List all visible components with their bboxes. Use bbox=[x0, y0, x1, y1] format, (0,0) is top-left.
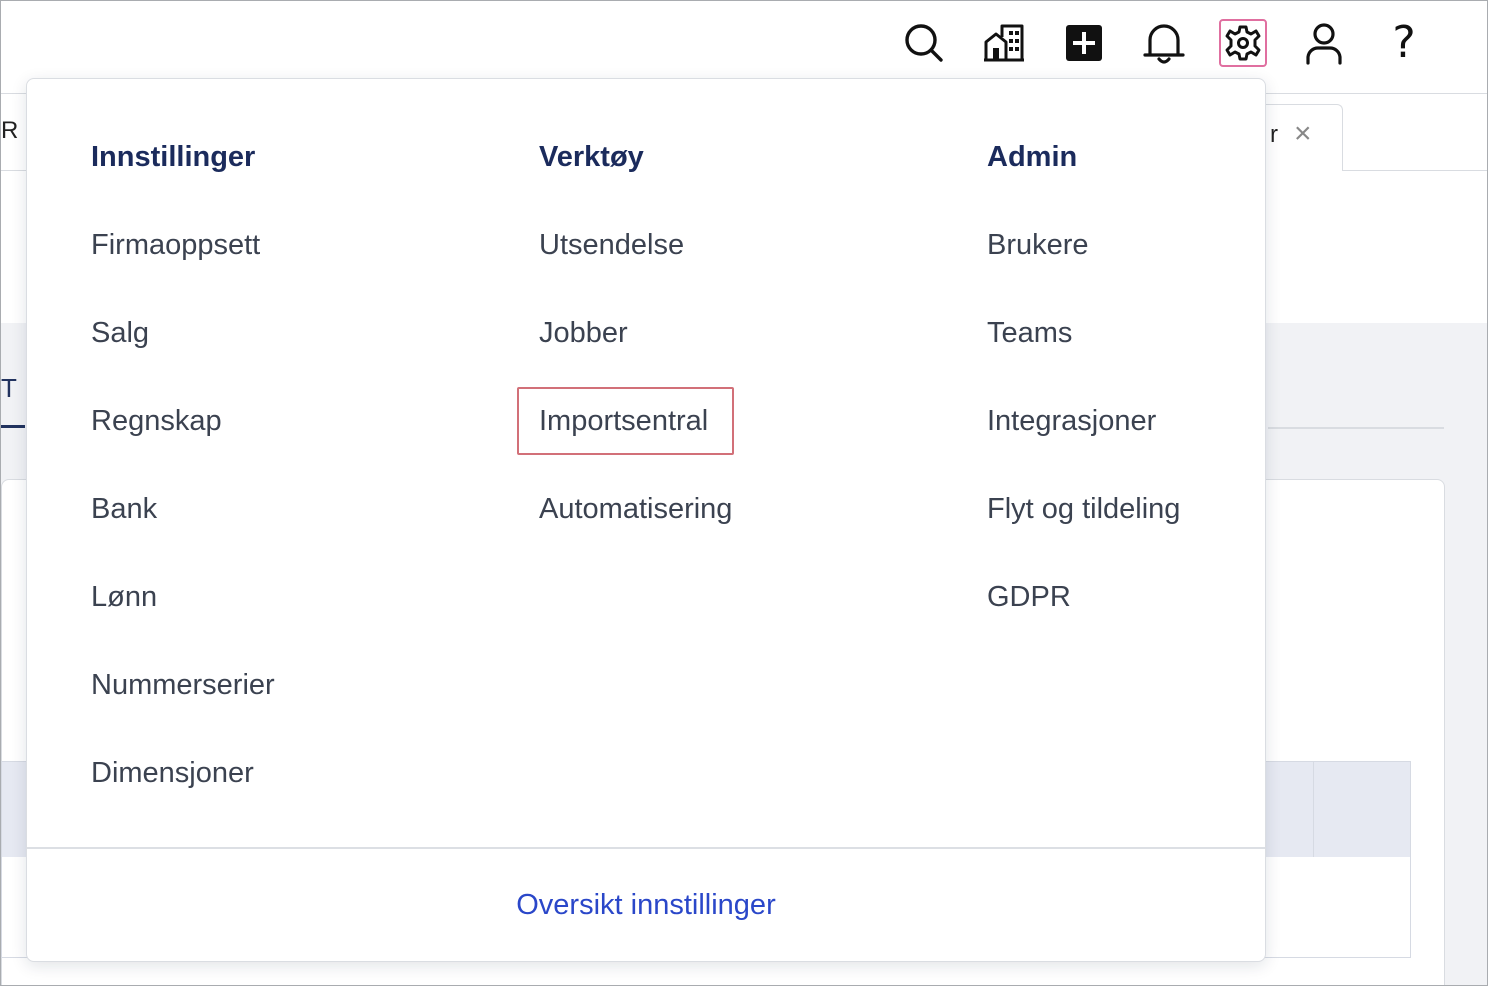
subnav-divider bbox=[1268, 427, 1444, 429]
overview-settings-link[interactable]: Oversikt innstillinger bbox=[27, 885, 1265, 925]
table-header-separator bbox=[1313, 761, 1314, 857]
menu-item-salg[interactable]: Salg bbox=[91, 313, 275, 353]
menu-item-automatisering[interactable]: Automatisering bbox=[539, 489, 732, 529]
settings-column-innstillinger: Innstillinger Firmaoppsett Salg Regnskap… bbox=[91, 137, 275, 841]
subnav-tab-fragment[interactable]: T bbox=[1, 373, 17, 404]
user-profile-icon[interactable] bbox=[1300, 19, 1348, 67]
menu-item-gdpr[interactable]: GDPR bbox=[987, 577, 1180, 617]
search-icon[interactable] bbox=[900, 19, 948, 67]
background-tab-right-label: r bbox=[1270, 121, 1278, 148]
menu-item-flyt-og-tildeling[interactable]: Flyt og tildeling bbox=[987, 489, 1180, 529]
menu-item-integrasjoner[interactable]: Integrasjoner bbox=[987, 401, 1180, 441]
settings-column-admin: Admin Brukere Teams Integrasjoner Flyt o… bbox=[987, 137, 1180, 665]
settings-gear-icon[interactable] bbox=[1219, 19, 1267, 67]
menu-item-jobber[interactable]: Jobber bbox=[539, 313, 732, 353]
company-buildings-icon[interactable] bbox=[980, 19, 1028, 67]
menu-item-teams[interactable]: Teams bbox=[987, 313, 1180, 353]
column-heading-innstillinger: Innstillinger bbox=[91, 141, 256, 173]
menu-item-utsendelse[interactable]: Utsendelse bbox=[539, 225, 732, 265]
menu-item-firmaoppsett[interactable]: Firmaoppsett bbox=[91, 225, 275, 265]
help-icon[interactable]: ? bbox=[1380, 19, 1428, 67]
menu-item-lonn[interactable]: Lønn bbox=[91, 577, 275, 617]
column-heading-verktoy: Verktøy bbox=[539, 141, 644, 173]
subnav-active-indicator bbox=[1, 425, 25, 428]
background-tab-left[interactable]: R bbox=[1, 117, 18, 145]
menu-item-nummerserier[interactable]: Nummerserier bbox=[91, 665, 275, 705]
settings-dropdown: Innstillinger Firmaoppsett Salg Regnskap… bbox=[26, 78, 1266, 962]
menu-item-dimensjoner[interactable]: Dimensjoner bbox=[91, 753, 275, 793]
menu-item-regnskap[interactable]: Regnskap bbox=[91, 401, 275, 441]
column-heading-admin: Admin bbox=[987, 141, 1078, 173]
app-window: R r × T ? Innstillinger Firmaoppsett Sal… bbox=[0, 0, 1488, 986]
dropdown-divider bbox=[27, 847, 1265, 849]
tab-close-icon[interactable]: × bbox=[1294, 119, 1312, 149]
menu-item-brukere[interactable]: Brukere bbox=[987, 225, 1180, 265]
add-icon[interactable] bbox=[1060, 19, 1108, 67]
help-question-glyph: ? bbox=[1392, 17, 1416, 68]
notifications-bell-icon[interactable] bbox=[1140, 19, 1188, 67]
menu-item-importsentral[interactable]: Importsentral bbox=[516, 387, 735, 455]
menu-item-bank[interactable]: Bank bbox=[91, 489, 275, 529]
settings-column-verktoy: Verktøy Utsendelse Jobber Importsentral … bbox=[516, 137, 735, 577]
